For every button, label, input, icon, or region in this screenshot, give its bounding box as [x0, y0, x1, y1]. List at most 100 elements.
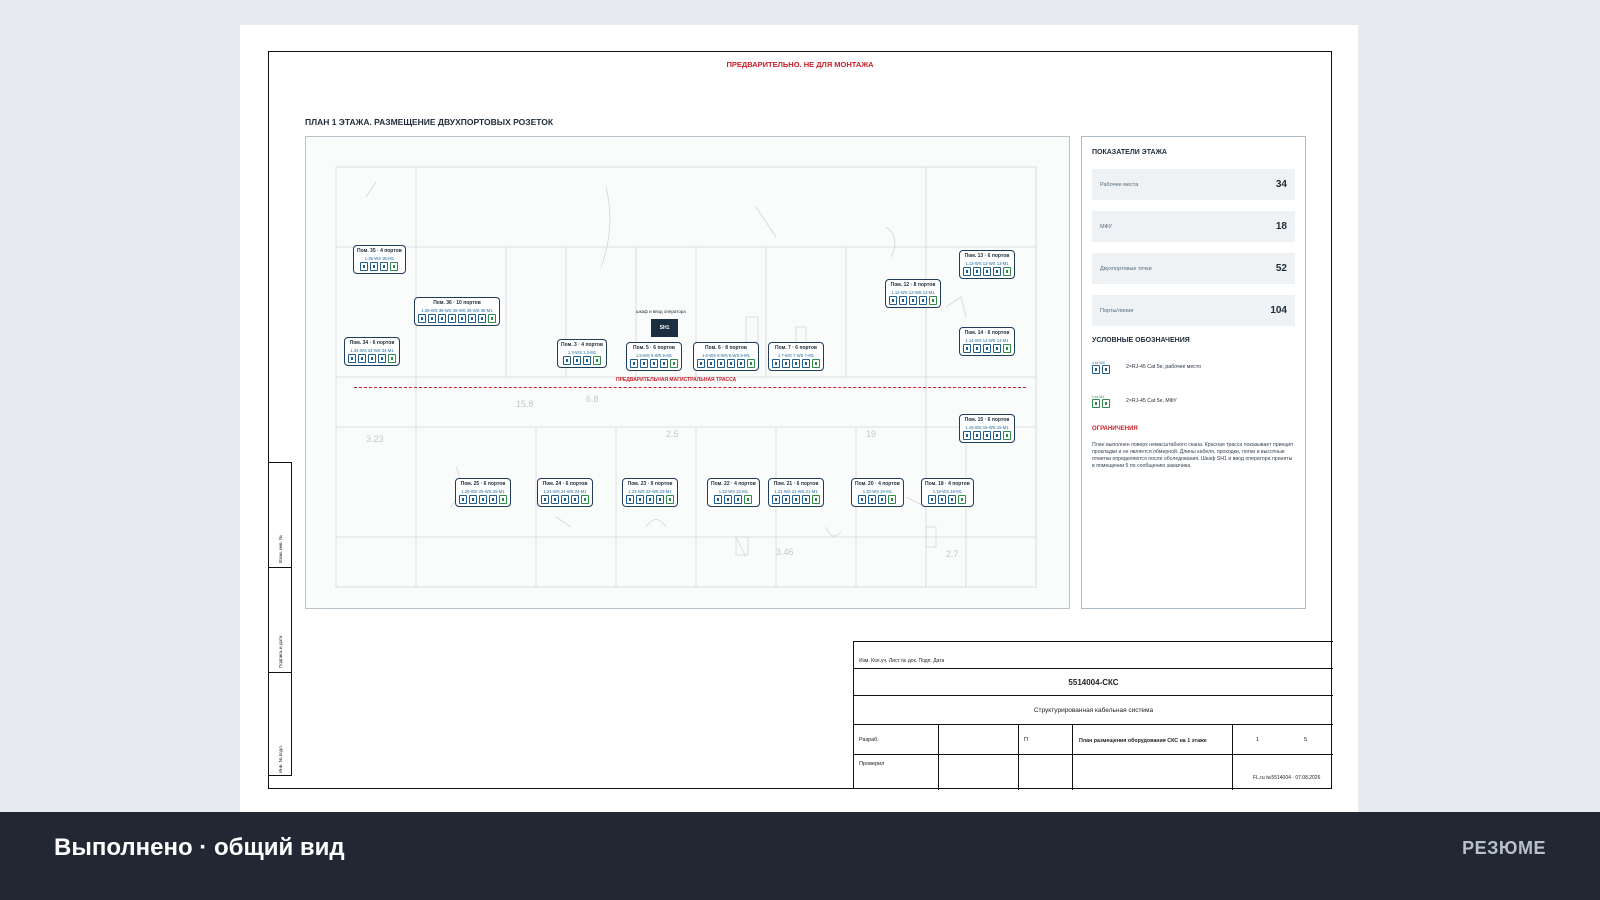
summary-link[interactable]: РЕЗЮМЕ	[1462, 838, 1546, 859]
workplace-port-icon	[551, 495, 559, 504]
room-ports	[626, 495, 674, 504]
side-cell-label: Подпись и дата	[278, 635, 283, 668]
room-block-r5: Пом. 5 · 6 портов 1.5-WS 5-WS 5-M1	[626, 342, 682, 371]
room-block-r18: Пом. 18 · 4 портов 1.18-WS 18-M1	[921, 478, 974, 507]
mfu-port-icon	[958, 495, 967, 504]
stamp-footer: FL.ru №5514004 · 07.08.2026	[1253, 775, 1321, 781]
room-outlet-codes: 1.7-WS 7-WS 7-M1	[777, 353, 815, 358]
workplace-port-icon	[697, 359, 705, 368]
side-cell-label: Взам. инв. №	[278, 535, 283, 563]
workplace-port-icon	[928, 495, 937, 504]
side-cell: Инв. № подл.	[269, 673, 291, 777]
floor-plan: 3.23 15.8 6.8 2.5 3.46 19 2.7 ПРЕДВАРИТЕ…	[305, 136, 1070, 609]
side-cell-label: Инв. № подл.	[278, 744, 283, 773]
room-title: Пом. 7 · 6 портов	[774, 345, 818, 351]
room-block-r36: Пом. 36 · 10 портов 1.36-WS 36-WS 36-WS 3…	[414, 297, 500, 326]
workplace-port-icon	[973, 431, 981, 440]
workplace-port-icon	[993, 431, 1001, 440]
stamp-header-cols: Изм. Кол.уч. Лист № док. Подп. Дата	[859, 658, 945, 664]
room-block-r35: Пом. 35 · 4 портов 1.35-WS 35-M1	[353, 245, 406, 274]
workplace-port-icon	[478, 314, 486, 323]
workplace-port-icon	[717, 359, 725, 368]
room-title: Пом. 6 · 8 портов	[704, 345, 748, 351]
workplace-port-icon	[468, 314, 476, 323]
workplace-port-icon	[963, 267, 971, 276]
workplace-port-icon	[458, 314, 466, 323]
mfu-port-icon	[888, 495, 897, 504]
stamp-row: Проверил FL.ru №5514004 · 07.08.2026	[854, 755, 1333, 790]
workplace-port-icon	[983, 267, 991, 276]
svg-text:2.7: 2.7	[946, 549, 959, 559]
svg-text:19: 19	[866, 429, 876, 439]
scanned-plan-sketch: 3.23 15.8 6.8 2.5 3.46 19 2.7	[335, 166, 1037, 588]
room-ports	[963, 267, 1011, 276]
mfu-port-icon	[388, 354, 396, 363]
svg-text:15.8: 15.8	[516, 399, 534, 409]
mfu-port-icon	[1003, 344, 1011, 353]
cabinet-caption: шкаф и ввод оператора	[636, 309, 686, 314]
room-ports	[630, 359, 678, 368]
kpi-value: 52	[1275, 263, 1287, 274]
room-title: Пом. 35 · 4 портов	[357, 248, 402, 254]
workplace-port-icon	[782, 495, 790, 504]
workplace-port-icon	[983, 431, 991, 440]
svg-text:3.46: 3.46	[776, 547, 794, 557]
room-title: Пом. 21 · 6 портов	[773, 481, 819, 487]
mfu-port-icon	[812, 495, 820, 504]
port-icon	[1092, 398, 1100, 408]
room-block-r12: Пом. 12 · 8 портов 1.12-WS 12-WS 12-M1	[885, 279, 941, 308]
room-title: Пом. 3 · 4 портов	[561, 342, 604, 348]
room-title: Пом. 15 · 6 портов	[964, 417, 1010, 423]
workplace-port-icon	[734, 495, 743, 504]
preliminary-notice: ПРЕДВАРИТЕЛЬНО. НЕ ДЛЯ МОНТАЖА	[726, 60, 874, 69]
workplace-port-icon	[348, 354, 356, 363]
room-outlet-codes: 1.18-WS 18-M1	[932, 489, 963, 494]
room-outlet-codes: 1.5-WS 5-WS 5-M1	[635, 353, 673, 358]
workplace-port-icon	[948, 495, 957, 504]
workplace-port-icon	[993, 267, 1001, 276]
workplace-port-icon	[571, 495, 579, 504]
room-ports	[772, 495, 820, 504]
kpi-workplaces: Рабочие места 34	[1092, 169, 1295, 200]
workplace-port-icon	[878, 495, 887, 504]
room-outlet-codes: 1.3-WS 1.3-M1	[567, 350, 597, 355]
workplace-port-icon	[919, 296, 927, 305]
workplace-port-icon	[660, 359, 668, 368]
sheet-number: 1	[1256, 737, 1260, 743]
room-outlet-codes: 1.35-WS 35-M1	[364, 256, 395, 261]
workplace-port-icon	[469, 495, 477, 504]
kpi-value: 34	[1275, 179, 1287, 190]
workplace-port-icon	[479, 495, 487, 504]
workplace-port-icon	[489, 495, 497, 504]
workplace-port-icon	[418, 314, 426, 323]
limitations-heading: ОГРАНИЧЕНИЯ	[1092, 426, 1138, 432]
legend-text: 2×RJ-45 Cat 5e, рабочее место	[1126, 364, 1202, 370]
workplace-port-icon	[573, 356, 582, 365]
developed-label: Разраб.	[859, 737, 879, 743]
workplace-port-icon	[656, 495, 664, 504]
workplace-port-icon	[802, 359, 810, 368]
room-ports	[925, 495, 970, 504]
workplace-port-icon	[636, 495, 644, 504]
trunk-route-line	[354, 387, 1026, 388]
room-title: Пом. 24 · 6 портов	[542, 481, 588, 487]
room-title: Пом. 34 · 6 портов	[349, 340, 395, 346]
system-name: Структурированная кабельная система	[1033, 707, 1154, 714]
room-outlet-codes: 1.14-WS 14-WS 14-M1	[965, 338, 1009, 343]
room-outlet-codes: 1.36-WS 36-WS 36-WS 36-WS 36-M1	[421, 308, 493, 313]
room-block-r25: Пом. 25 · 6 портов 1.25-WS 25-WS 25-M1	[455, 478, 511, 507]
trunk-route-label: ПРЕДВАРИТЕЛЬНАЯ МАГИСТРАЛЬНАЯ ТРАССА	[616, 377, 737, 383]
room-title: Пом. 12 · 8 портов	[890, 282, 936, 288]
room-ports	[772, 359, 820, 368]
workplace-port-icon	[938, 495, 947, 504]
kpi-value: 18	[1275, 221, 1287, 232]
room-ports	[963, 431, 1011, 440]
svg-text:6.8: 6.8	[586, 394, 599, 404]
room-outlet-codes: 1.24-WS 24-WS 24-M1	[543, 489, 587, 494]
room-title: Пом. 18 · 4 портов	[925, 481, 970, 487]
room-outlet-codes: 1.23-WS 23-WS 23-M1	[628, 489, 672, 494]
room-block-r21: Пом. 21 · 6 портов 1.21-WS 21-WS 21-M1	[768, 478, 824, 507]
workplace-port-icon	[368, 354, 376, 363]
kpi-label: МФУ	[1100, 223, 1112, 230]
workplace-port-icon	[360, 262, 369, 271]
